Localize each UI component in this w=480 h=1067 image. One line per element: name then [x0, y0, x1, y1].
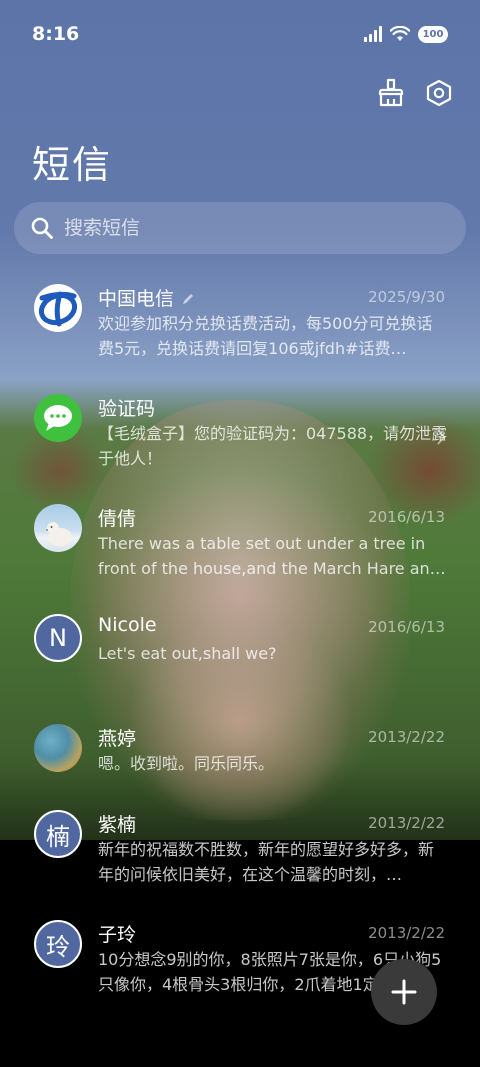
conversation-date: 2025/9/30 [368, 288, 445, 306]
letter-avatar: 玲 [34, 920, 82, 968]
message-bubble-icon [34, 394, 82, 442]
conversation-date: 2016/6/13 [368, 508, 445, 526]
conversation-row[interactable]: 中国电信 2025/9/30 欢迎参加积分兑换话费活动，每500分可兑换话费5元… [0, 272, 480, 382]
clean-button[interactable] [376, 78, 406, 108]
polar-bear-photo [34, 504, 82, 552]
landscape-photo [34, 724, 82, 772]
conversation-preview: There was a table set out under a tree i… [98, 534, 446, 578]
conversation-name: 紫楠 [98, 814, 137, 836]
page-title: 短信 [32, 143, 113, 187]
conversation-preview: 【毛绒盒子】您的验证码为：047588，请勿泄露于他人！ [98, 424, 448, 468]
letter-avatar: 楠 [34, 810, 82, 858]
conversation-date: 2013/2/22 [368, 924, 445, 942]
settings-hexagon-icon [426, 79, 452, 107]
status-time: 8:16 [32, 23, 80, 45]
new-message-button[interactable] [371, 959, 437, 1025]
plus-icon [391, 979, 417, 1005]
battery-indicator: 100 [418, 25, 448, 43]
conversation-preview: 新年的祝福数不胜数，新年的愿望好多好多，新年的问候依旧美好，在这个温馨的时刻，… [98, 840, 435, 884]
conversation-row[interactable]: 验证码 【毛绒盒子】您的验证码为：047588，请勿泄露于他人！ [0, 382, 480, 492]
broom-icon [378, 78, 404, 107]
top-toolbar [376, 78, 454, 108]
conversation-name: 倩倩 [98, 508, 137, 530]
conversation-list: 中国电信 2025/9/30 欢迎参加积分兑换话费活动，每500分可兑换话费5元… [0, 272, 480, 1018]
conversation-row[interactable]: 倩倩 2016/6/13 There was a table set out u… [0, 492, 480, 602]
conversation-preview: 嗯。收到啦。同乐同乐。 [98, 754, 275, 773]
conversation-row[interactable]: 燕婷 2013/2/22 嗯。收到啦。同乐同乐。 [0, 712, 480, 798]
status-icons: 100 [364, 25, 448, 43]
search-icon [31, 217, 53, 239]
letter-avatar: N [34, 614, 82, 662]
search-bar[interactable] [14, 202, 466, 254]
conversation-name: 子玲 [98, 924, 137, 946]
settings-button[interactable] [424, 78, 454, 108]
conversation-name: Nicole [98, 614, 157, 636]
wifi-icon [390, 26, 410, 41]
conversation-row[interactable]: 楠 紫楠 2013/2/22 新年的祝福数不胜数，新年的愿望好多好多，新年的问候… [0, 798, 480, 908]
conversation-preview: 欢迎参加积分兑换话费活动，每500分可兑换话费5元，兑换话费请回复106或jfd… [98, 314, 433, 358]
conversation-name: 燕婷 [98, 728, 137, 750]
search-input[interactable] [64, 217, 444, 239]
conversation-date: 2016/6/13 [368, 618, 445, 636]
conversation-row[interactable]: N Nicole 2016/6/13 Let's eat out,shall w… [0, 602, 480, 712]
chevron-right-icon [437, 429, 446, 445]
conversation-date: 2013/2/22 [368, 728, 445, 746]
conversation-name: 验证码 [98, 398, 156, 420]
status-bar: 8:16 100 [0, 0, 480, 68]
signal-icon [364, 26, 382, 42]
conversation-preview: Let's eat out,shall we? [98, 644, 277, 663]
china-telecom-logo [34, 284, 82, 332]
edit-pencil-icon [183, 294, 194, 304]
conversation-name: 中国电信 [98, 284, 194, 311]
conversation-date: 2013/2/22 [368, 814, 445, 832]
